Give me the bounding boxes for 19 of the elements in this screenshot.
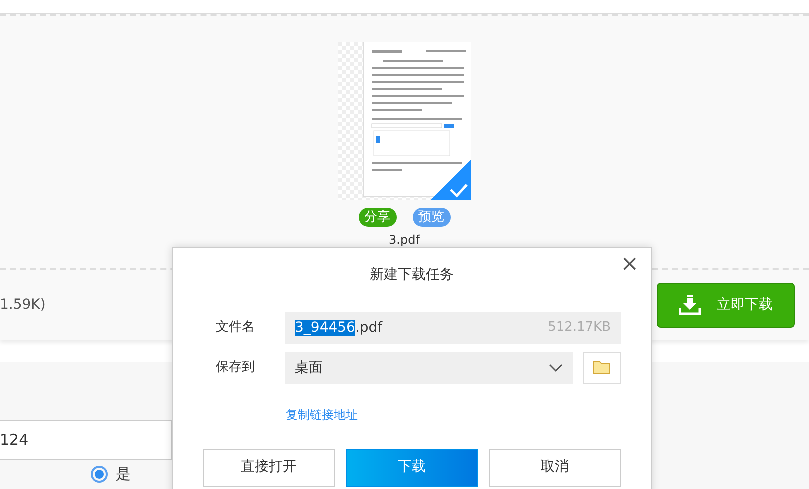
file-name: 3.pdf <box>389 232 420 249</box>
file-thumbnail[interactable] <box>338 42 471 200</box>
dialog-title: 新建下载任务 <box>369 266 455 285</box>
input-field[interactable]: 124 <box>0 420 172 460</box>
dialog-button[interactable]: 取消 <box>489 448 621 486</box>
radio-button[interactable] <box>91 466 108 483</box>
browse-folder-button[interactable] <box>583 352 621 384</box>
chevron-down-icon <box>549 364 563 372</box>
filename-field[interactable]: 3_94456.pdf 512.17KB <box>285 312 621 344</box>
field-label: 文件名 <box>215 319 255 338</box>
selected-check-icon <box>431 160 471 200</box>
dialog-button[interactable]: 直接打开 <box>203 448 335 486</box>
save-location-dropdown[interactable]: 桌面 <box>285 352 573 384</box>
close-button[interactable]: × <box>620 254 639 276</box>
folder-icon <box>593 361 611 375</box>
field-label: 保存到 <box>215 359 255 378</box>
file-size-text: 1.59K) <box>0 296 46 314</box>
radio-label: 是 <box>116 466 131 483</box>
download-icon <box>679 295 701 315</box>
